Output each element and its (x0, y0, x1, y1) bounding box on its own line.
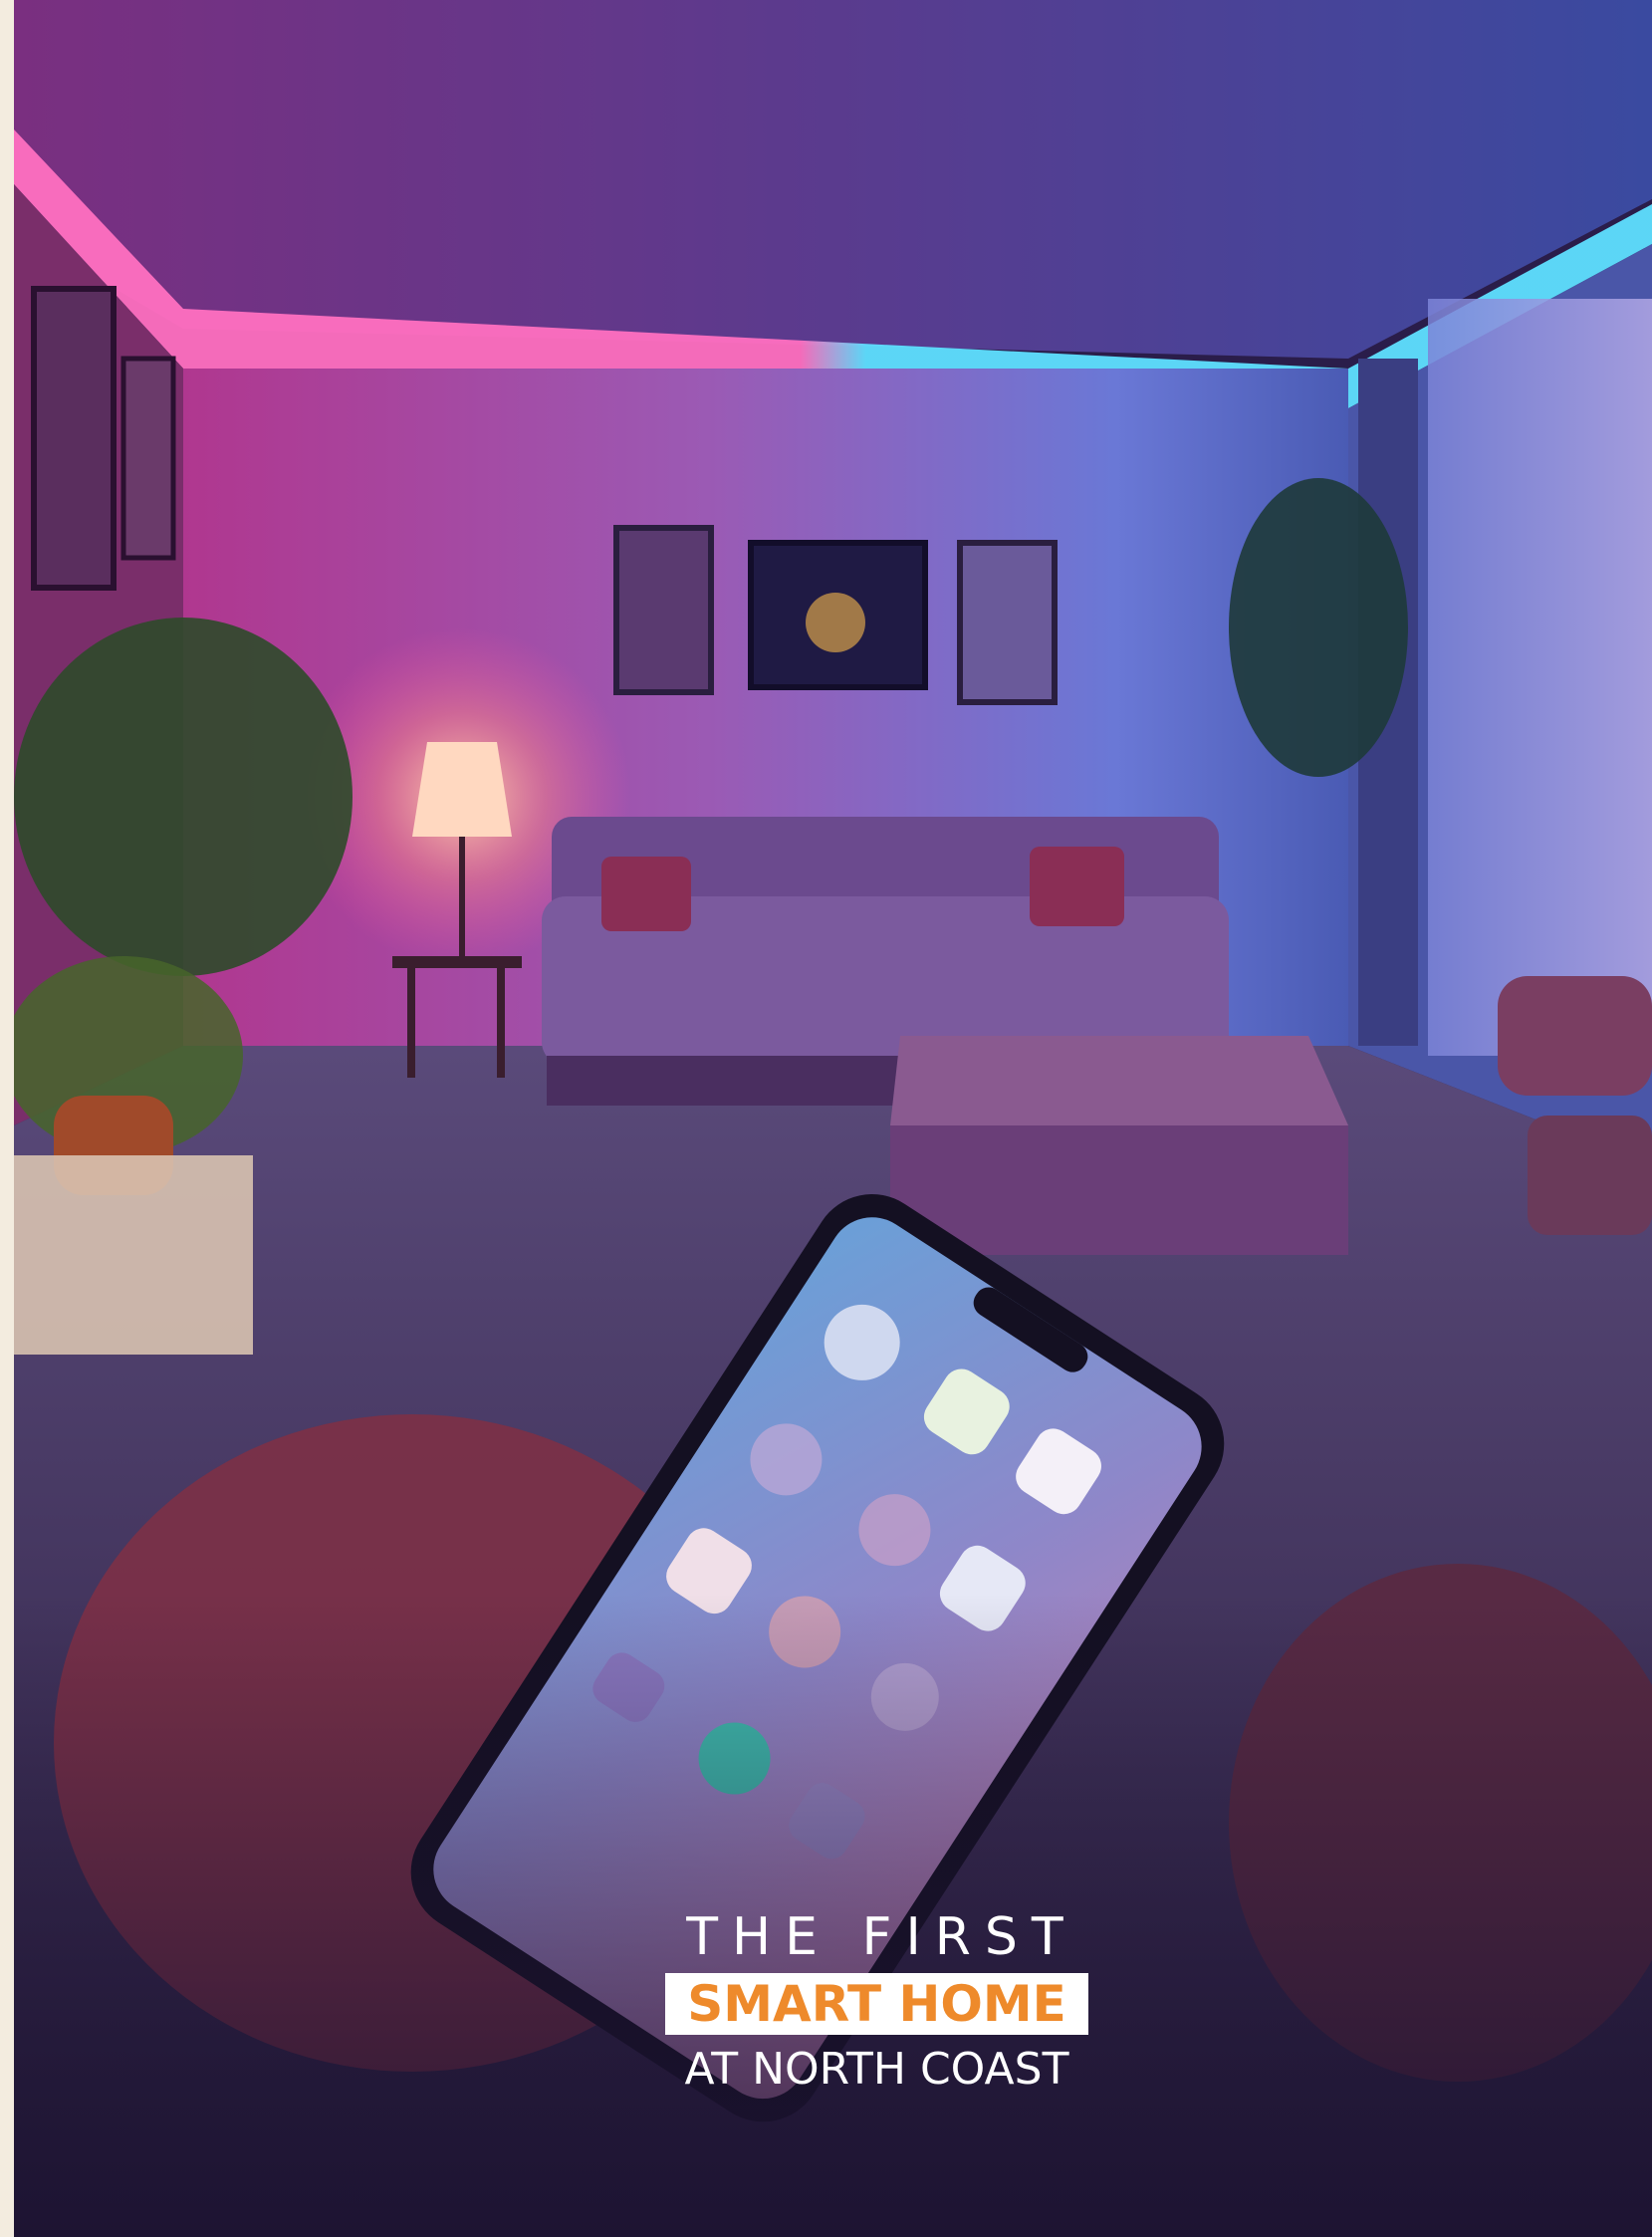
tagline-line-1: THE FIRST (686, 1907, 1077, 1967)
tagline: THE FIRST SMART HOME AT NORTH COAST (665, 1907, 1088, 2099)
tagline-line-2: SMART HOME (665, 1973, 1088, 2035)
smart-home-photo (14, 0, 1652, 2237)
poster: THE FIRST SMART HOME AT NORTH COAST (0, 0, 1652, 2237)
tagline-line-3: AT NORTH COAST (684, 2044, 1069, 2095)
left-border (0, 0, 14, 2237)
